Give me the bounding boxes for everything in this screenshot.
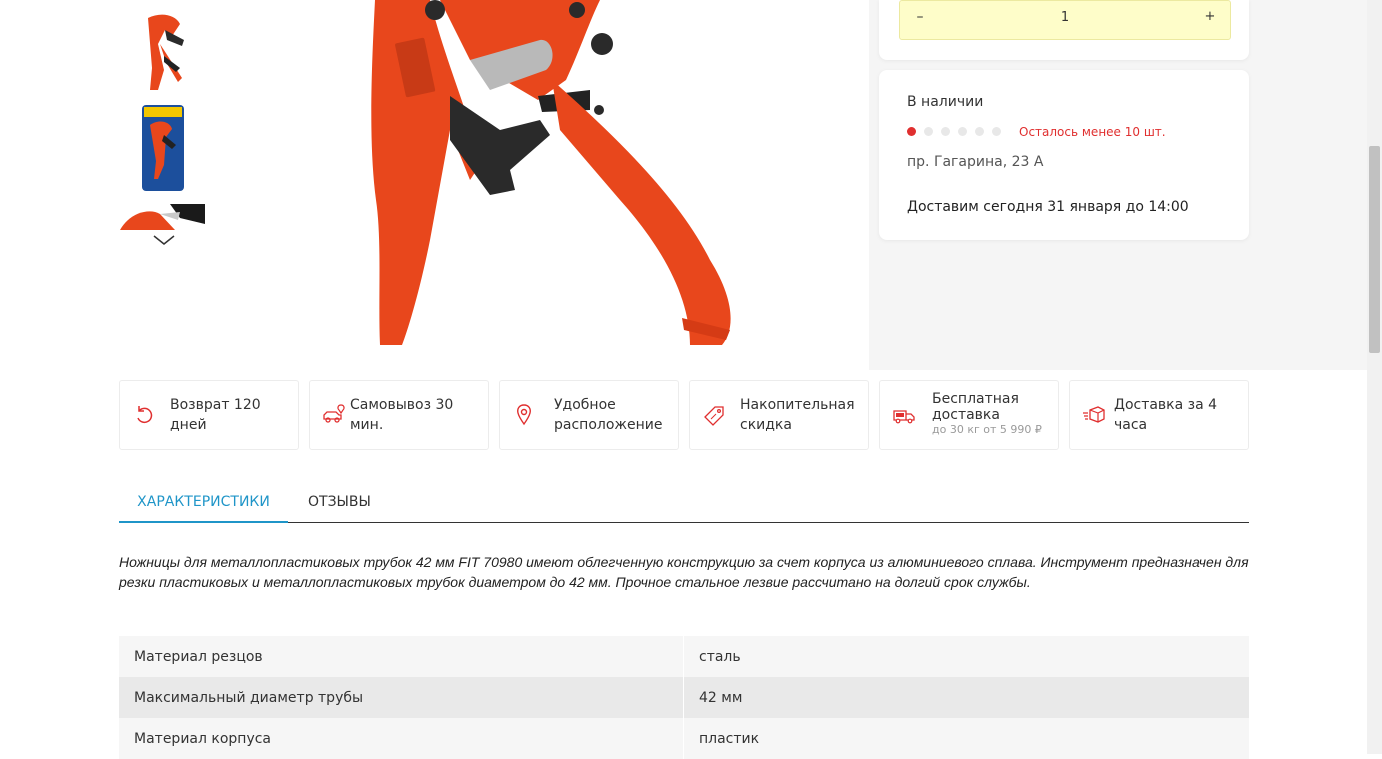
- return-icon: [137, 406, 153, 424]
- stock-level-dot: [958, 127, 967, 136]
- free-delivery-truck-icon: [893, 410, 915, 424]
- quantity-card: – 1 +: [879, 0, 1249, 60]
- car-pickup-icon: [323, 404, 345, 423]
- quantity-value[interactable]: 1: [960, 10, 1170, 25]
- stock-level-dot: [924, 127, 933, 136]
- delivery-box-icon: [1083, 406, 1105, 423]
- stock-remaining-note: Осталось менее 10 шт.: [1019, 125, 1166, 139]
- benefit-label: Накопительная скидка: [740, 397, 855, 433]
- cutter-closeup-thumb-image: [120, 204, 205, 230]
- benefit-label: Доставка за 4 часа: [1114, 397, 1218, 433]
- benefit-sublabel: до 30 кг от 5 990 ₽: [932, 423, 1042, 436]
- benefit-fast-delivery[interactable]: Доставка за 4 часа: [1069, 380, 1249, 450]
- spec-key: Максимальный диаметр трубы: [119, 677, 684, 718]
- table-row: Максимальный диаметр трубы 42 мм: [119, 677, 1249, 718]
- thumbnails-scroll-down-button[interactable]: [152, 232, 176, 248]
- delivery-estimate: Доставим сегодня 31 января до 14:00: [907, 199, 1189, 215]
- benefit-return[interactable]: Возврат 120 дней: [119, 380, 299, 450]
- location-pin-icon: [517, 404, 531, 426]
- page-scrollbar-thumb[interactable]: [1369, 146, 1380, 353]
- tab-reviews[interactable]: ОТЗЫВЫ: [308, 480, 371, 521]
- availability-card: В наличии Осталось менее 10 шт. пр. Гага…: [879, 70, 1249, 240]
- spec-key: Материал корпуса: [119, 718, 684, 759]
- spec-value: 42 мм: [683, 677, 1249, 718]
- availability-title: В наличии: [907, 94, 984, 110]
- benefit-label: Самовывоз 30 мин.: [350, 397, 454, 433]
- quantity-stepper[interactable]: – 1 +: [899, 0, 1231, 40]
- packaged-cutter-thumb-image: [142, 105, 184, 191]
- benefit-label: Удобное расположение: [554, 397, 663, 433]
- quantity-increase-button[interactable]: +: [1200, 9, 1220, 24]
- spec-key: Материал резцов: [119, 636, 684, 677]
- benefit-free-delivery[interactable]: Бесплатная доставка до 30 кг от 5 990 ₽: [879, 380, 1059, 450]
- specifications-table: Материал резцов сталь Максимальный диаме…: [119, 636, 1249, 759]
- tab-characteristics[interactable]: ХАРАКТЕРИСТИКИ: [119, 480, 288, 523]
- spec-value: сталь: [683, 636, 1249, 677]
- benefit-label: Бесплатная доставка: [932, 391, 1019, 423]
- table-row: Материал корпуса пластик: [119, 718, 1249, 759]
- thumbnail-2[interactable]: [120, 105, 205, 192]
- store-address[interactable]: пр. Гагарина, 23 А: [907, 154, 1043, 170]
- benefit-pickup[interactable]: Самовывоз 30 мин.: [309, 380, 489, 450]
- stock-level-dot: [992, 127, 1001, 136]
- benefit-label: Возврат 120 дней: [170, 397, 261, 433]
- thumbnail-3[interactable]: [120, 204, 205, 230]
- stock-level-dot: [941, 127, 950, 136]
- benefit-discount[interactable]: Накопительная скидка: [689, 380, 869, 450]
- pipe-cutter-thumb-image: [148, 14, 184, 90]
- product-main-image[interactable]: [290, 0, 740, 350]
- stock-level-indicator: [907, 127, 1009, 137]
- product-tabs: ХАРАКТЕРИСТИКИ ОТЗЫВЫ: [119, 480, 1249, 523]
- benefit-label-group: Бесплатная доставка до 30 кг от 5 990 ₽: [932, 381, 1058, 449]
- pipe-cutter-image: [371, 0, 731, 345]
- product-description: Ножницы для металлопластиковых трубок 42…: [119, 554, 1249, 590]
- stock-level-dot: [975, 127, 984, 136]
- spec-value: пластик: [683, 718, 1249, 759]
- discount-tag-icon: [704, 406, 724, 426]
- benefit-location[interactable]: Удобное расположение: [499, 380, 679, 450]
- page-scrollbar[interactable]: [1367, 0, 1382, 754]
- table-row: Материал резцов сталь: [119, 636, 1249, 677]
- thumbnail-1[interactable]: [120, 10, 205, 95]
- stock-level-dot: [907, 127, 916, 136]
- quantity-decrease-button[interactable]: –: [910, 9, 930, 25]
- chevron-down-icon: [153, 235, 175, 245]
